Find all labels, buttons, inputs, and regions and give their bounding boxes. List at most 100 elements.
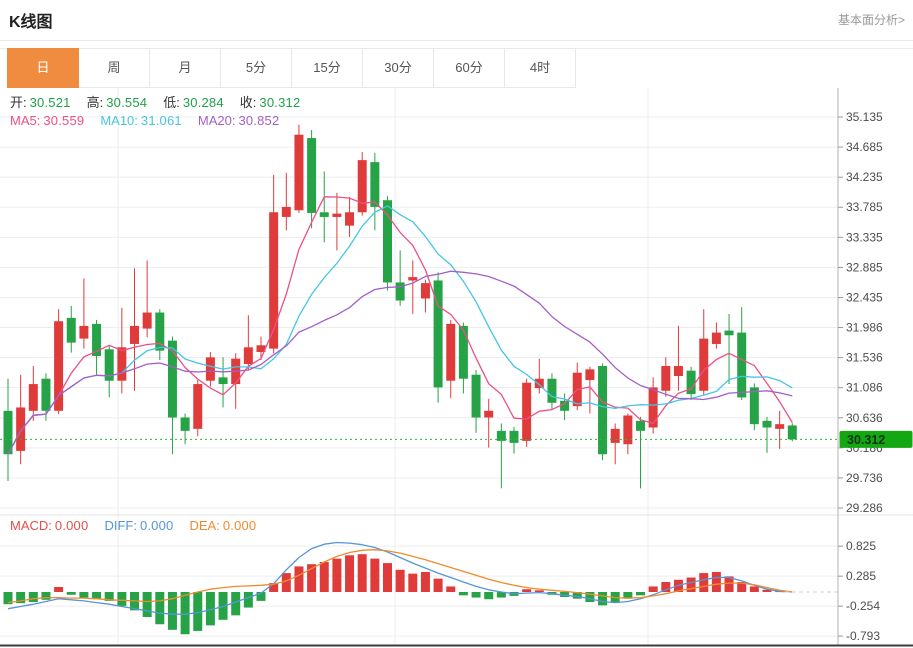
tab-5min[interactable]: 5分 <box>220 48 292 88</box>
macd-bar-negative <box>459 592 468 595</box>
macd-bar-negative <box>79 592 88 598</box>
macd-bar-positive <box>712 572 721 592</box>
price-tick-label: 32.435 <box>846 290 883 304</box>
tab-month[interactable]: 月 <box>149 48 221 88</box>
candle-up <box>408 277 417 280</box>
diff-value: DIFF:0.000 <box>104 518 173 533</box>
candle-down <box>598 366 607 454</box>
high-value-number: 30.554 <box>106 95 147 110</box>
candle-down <box>472 375 481 418</box>
candle-down <box>370 162 379 207</box>
macd-bar-positive <box>358 554 367 592</box>
macd-bar-negative <box>41 592 50 600</box>
macd-bar-negative <box>181 592 190 634</box>
dea-value-number: 0.000 <box>223 518 257 533</box>
candle-down <box>168 341 177 418</box>
candle-down <box>219 377 228 384</box>
ma20-value: MA20:30.852 <box>198 113 280 128</box>
macd-bar-negative <box>598 592 607 605</box>
macd-bar-positive <box>699 573 708 592</box>
tab-30min[interactable]: 30分 <box>362 48 434 88</box>
ma10-line <box>8 206 792 454</box>
close-value-label: 收: <box>240 95 257 110</box>
candle-up <box>244 347 253 364</box>
price-tick-label: 32.885 <box>846 260 883 274</box>
candle-up <box>294 135 303 211</box>
candle-up <box>699 339 708 391</box>
dea-value: DEA:0.000 <box>189 518 256 533</box>
macd-bar-negative <box>636 592 645 595</box>
low-value-label: 低: <box>163 95 180 110</box>
macd-bar-positive <box>294 566 303 592</box>
candle-up <box>484 411 493 418</box>
candle-down <box>510 431 519 443</box>
candle-up <box>421 283 430 298</box>
macd-bar-positive <box>446 586 455 592</box>
macd-bar-positive <box>345 555 354 592</box>
candle-down <box>320 212 329 217</box>
candle-down <box>763 421 772 428</box>
macd-value-number: 0.000 <box>55 518 89 533</box>
ma10-value-label: MA10: <box>100 113 138 128</box>
high-value: 高:30.554 <box>87 95 148 110</box>
ma5-value-label: MA5: <box>10 113 40 128</box>
macd-bar-negative <box>117 592 126 606</box>
period-tabs: 日周月5分15分30分60分4时 <box>8 48 576 88</box>
macd-bar-positive <box>396 570 405 592</box>
macd-bar-positive <box>54 587 63 592</box>
price-tick-label: 33.785 <box>846 200 883 214</box>
macd-bar-negative <box>484 592 493 599</box>
candle-up <box>332 214 341 217</box>
macd-bar-positive <box>649 586 658 592</box>
macd-bar-positive <box>383 563 392 592</box>
macd-tick-label: 0.285 <box>846 569 876 583</box>
macd-bar-negative <box>155 592 164 624</box>
candle-up <box>54 321 63 411</box>
tab-week[interactable]: 周 <box>78 48 150 88</box>
macd-bar-positive <box>434 579 443 592</box>
current-price-badge-text: 30.312 <box>847 433 885 447</box>
tab-day[interactable]: 日 <box>7 48 79 88</box>
macd-bar-negative <box>143 592 152 617</box>
tab-60min[interactable]: 60分 <box>433 48 505 88</box>
price-tick-label: 33.335 <box>846 230 883 244</box>
candle-up <box>649 387 658 427</box>
close-value: 收:30.312 <box>240 95 301 110</box>
macd-bar-negative <box>29 592 38 602</box>
price-tick-label: 31.986 <box>846 321 883 335</box>
price-tick-label: 31.086 <box>846 381 883 395</box>
open-value: 开:30.521 <box>10 95 71 110</box>
candle-up <box>193 384 202 429</box>
macd-bar-positive <box>750 586 759 592</box>
ma-legend: MA5:30.559 MA10:31.061 MA20:30.852 <box>10 113 295 128</box>
macd-bar-negative <box>67 592 76 595</box>
macd-legend: MACD:0.000DIFF:0.000DEA:0.000 <box>10 518 272 533</box>
candle-up <box>117 347 126 380</box>
candle-down <box>725 331 734 336</box>
candle-down <box>181 417 190 430</box>
price-tick-label: 29.736 <box>846 471 883 485</box>
candle-down <box>788 425 797 439</box>
candle-up <box>130 326 139 344</box>
price-tick-label: 31.536 <box>846 351 883 365</box>
candle-down <box>307 138 316 213</box>
tab-4hour[interactable]: 4时 <box>504 48 576 88</box>
candle-up <box>623 415 632 444</box>
macd-bar-negative <box>244 592 253 608</box>
macd-bar-positive <box>332 559 341 592</box>
candle-up <box>661 366 670 391</box>
candle-up <box>712 333 721 344</box>
candle-up <box>345 212 354 225</box>
ma5-value: MA5:30.559 <box>10 113 84 128</box>
tab-15min[interactable]: 15分 <box>291 48 363 88</box>
macd-bar-negative <box>472 592 481 598</box>
macd-bar-positive <box>282 573 291 592</box>
macd-tick-label: 0.825 <box>846 539 876 553</box>
low-value-number: 30.284 <box>183 95 224 110</box>
candle-up <box>674 366 683 376</box>
price-tick-label: 30.636 <box>846 411 883 425</box>
macd-tick-label: -0.793 <box>846 629 880 643</box>
ma10-value-number: 31.061 <box>141 113 182 128</box>
candle-down <box>41 379 50 411</box>
price-tick-label: 34.235 <box>846 170 883 184</box>
